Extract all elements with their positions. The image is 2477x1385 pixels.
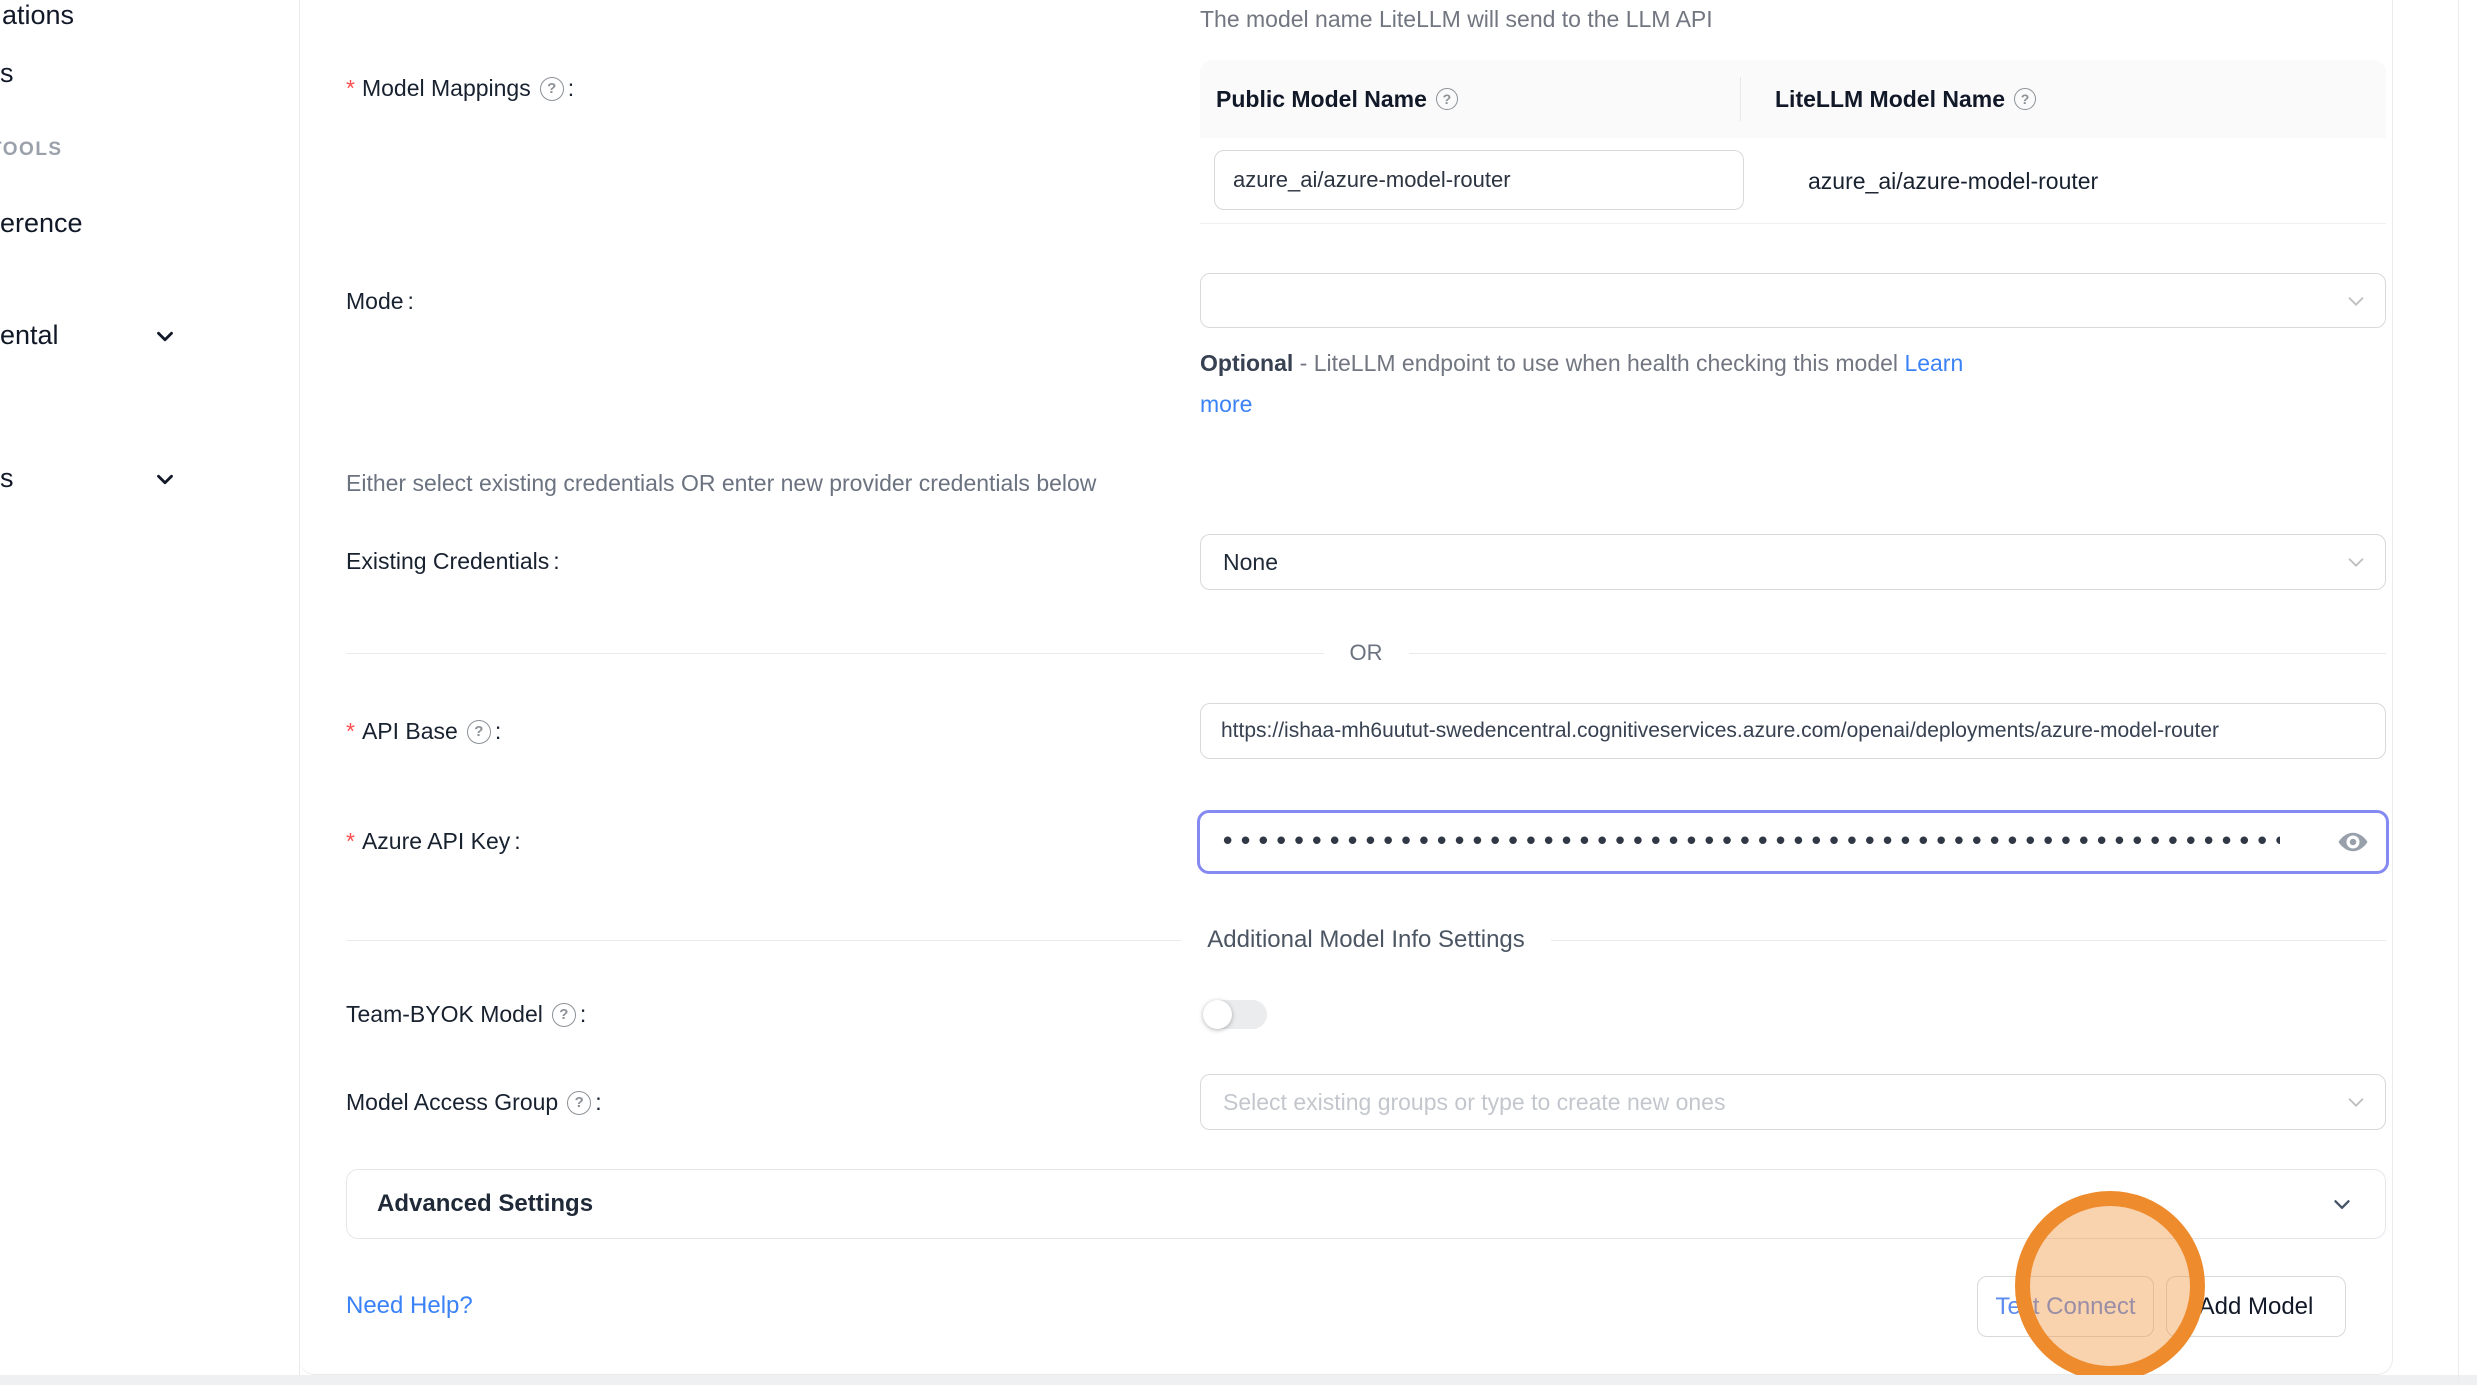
or-divider-text: OR (1324, 640, 1409, 666)
mode-label: Mode (346, 288, 414, 315)
chevron-down-icon (2345, 290, 2367, 312)
learn-more-link[interactable]: Learn (1904, 350, 1963, 376)
advanced-settings-panel[interactable]: Advanced Settings (346, 1169, 2386, 1239)
sidebar-item-settings[interactable]: s (0, 463, 14, 494)
azure-api-key-label: * Azure API Key (346, 828, 521, 855)
help-icon[interactable] (552, 1003, 576, 1027)
model-mappings-label: * Model Mappings (346, 75, 574, 102)
chevron-down-icon (2345, 551, 2367, 573)
help-icon[interactable] (540, 77, 564, 101)
scrollbar-track[interactable] (2458, 0, 2459, 1385)
need-help-link[interactable]: Need Help? (346, 1292, 473, 1320)
model-mappings-table: Public Model Name LiteLLM Model Name azu… (1200, 60, 2386, 224)
sidebar-item-inference[interactable]: erence (0, 208, 83, 239)
learn-more-link[interactable]: more (1200, 391, 1252, 417)
team-byok-label: Team-BYOK Model (346, 1001, 586, 1028)
public-model-name-header: Public Model Name (1216, 86, 1427, 113)
model-mappings-table-header: Public Model Name LiteLLM Model Name (1200, 60, 2386, 138)
toggle-knob (1203, 1000, 1232, 1029)
or-divider: OR (346, 640, 2386, 666)
help-icon[interactable] (1436, 88, 1458, 110)
azure-api-key-field[interactable]: ••••••••••••••••••••••••••••••••••••••••… (1197, 810, 2389, 874)
help-icon[interactable] (2014, 88, 2036, 110)
model-mappings-table-row: azure_ai/azure-model-router (1200, 138, 2386, 224)
api-base-label: * API Base (346, 718, 501, 745)
chevron-down-icon (2329, 1191, 2355, 1217)
model-access-group-placeholder: Select existing groups or type to create… (1223, 1089, 1725, 1116)
required-asterisk: * (346, 718, 355, 745)
eye-icon[interactable] (2336, 825, 2370, 859)
additional-info-divider-text: Additional Model Info Settings (1181, 926, 1551, 954)
litellm-model-name-header: LiteLLM Model Name (1775, 86, 2005, 113)
mode-select[interactable] (1200, 273, 2386, 328)
sidebar: ations s TOOLS erence ental s (0, 0, 300, 1385)
chevron-down-icon (152, 323, 178, 349)
required-asterisk: * (346, 75, 355, 102)
help-icon[interactable] (567, 1091, 591, 1115)
help-icon[interactable] (467, 720, 491, 744)
additional-info-divider: Additional Model Info Settings (346, 926, 2386, 954)
model-name-hint: The model name LiteLLM will send to the … (1200, 6, 1713, 33)
masked-api-key-value: ••••••••••••••••••••••••••••••••••••••••… (1200, 827, 2280, 857)
api-base-input[interactable] (1201, 704, 2385, 758)
api-base-field (1200, 703, 2386, 759)
add-model-button[interactable]: Add Model (2166, 1276, 2346, 1337)
team-byok-toggle[interactable] (1203, 1000, 1267, 1029)
add-model-form-screen: ations s TOOLS erence ental s The model … (0, 0, 2477, 1385)
chevron-down-icon (2345, 1091, 2367, 1113)
existing-credentials-select[interactable]: None (1200, 534, 2386, 590)
public-model-name-input[interactable] (1214, 150, 1744, 210)
test-connect-button[interactable]: Test Connect (1977, 1276, 2154, 1337)
sidebar-item-fragment-1[interactable]: s (0, 58, 14, 89)
credentials-note: Either select existing credentials OR en… (346, 470, 1096, 497)
model-access-group-select[interactable]: Select existing groups or type to create… (1200, 1074, 2386, 1130)
litellm-model-name-value: azure_ai/azure-model-router (1774, 138, 2098, 224)
sidebar-item-experimental[interactable]: ental (0, 320, 59, 351)
advanced-settings-title: Advanced Settings (377, 1190, 2329, 1218)
mode-help-text: Optional - LiteLLM endpoint to use when … (1200, 350, 2120, 418)
chevron-down-icon (152, 466, 178, 492)
existing-credentials-label: Existing Credentials (346, 548, 560, 575)
existing-credentials-value: None (1223, 549, 1278, 576)
sidebar-section-tools: TOOLS (0, 139, 63, 161)
model-access-group-label: Model Access Group (346, 1089, 602, 1116)
page-bottom-strip (0, 1375, 2477, 1385)
sidebar-item-organizations[interactable]: ations (2, 0, 74, 31)
required-asterisk: * (346, 828, 355, 855)
